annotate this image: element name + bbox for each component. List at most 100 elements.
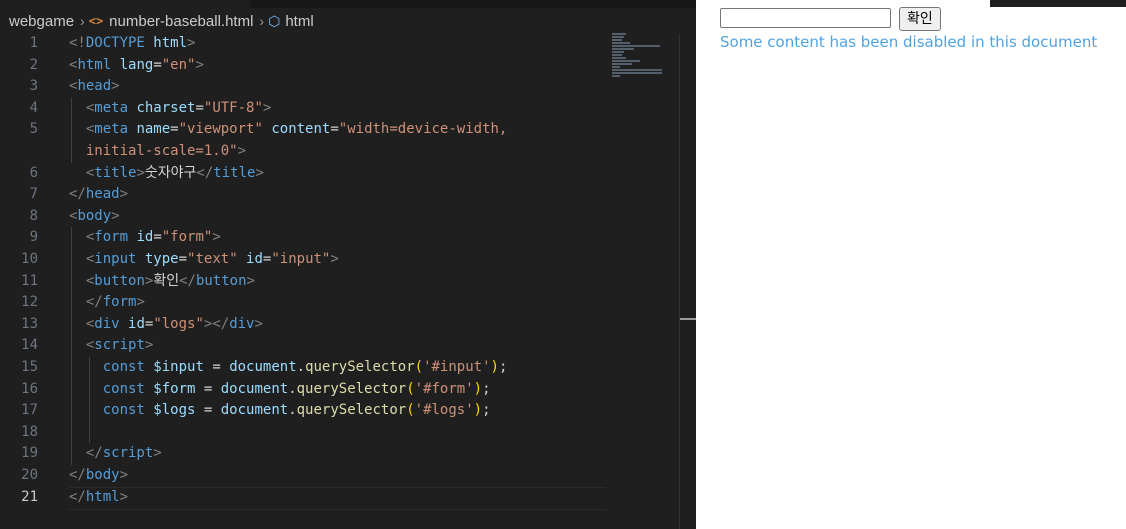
code-line[interactable]: 9 <form id="form"> bbox=[0, 227, 610, 249]
code-token: form bbox=[102, 294, 137, 311]
code-text: const $logs = document.querySelector('#l… bbox=[69, 400, 491, 422]
tab-bar-edge bbox=[250, 0, 696, 8]
line-number: 1 bbox=[29, 35, 38, 51]
code-line[interactable]: 14 <script> bbox=[0, 335, 610, 357]
code-token: </ bbox=[69, 467, 86, 483]
code-line[interactable]: 5 <meta name="viewport" content="width=d… bbox=[0, 119, 610, 141]
code-token: id bbox=[128, 229, 154, 246]
code-token: > bbox=[255, 164, 264, 181]
minimap[interactable] bbox=[612, 33, 672, 83]
code-token: initial-scale=1.0" bbox=[69, 143, 238, 159]
code-text: </head> bbox=[69, 184, 128, 206]
code-line[interactable]: 10 <input type="text" id="input"> bbox=[0, 249, 610, 271]
line-number: 9 bbox=[29, 229, 38, 246]
code-text: <!DOCTYPE html> bbox=[69, 33, 195, 55]
code-token: id bbox=[237, 251, 263, 267]
code-token: ) bbox=[473, 380, 483, 397]
code-token: "width=device-width, bbox=[338, 121, 508, 138]
code-token: > bbox=[254, 315, 263, 332]
preview-top-edge bbox=[990, 0, 1126, 7]
code-text: <meta name="viewport" content="width=dev… bbox=[69, 119, 508, 141]
code-text: </body> bbox=[69, 465, 128, 487]
code-editor[interactable]: webgame › <> number-baseball.html › ⬡ ht… bbox=[0, 0, 696, 529]
code-token: $logs bbox=[144, 402, 196, 419]
line-number: 16 bbox=[21, 380, 38, 397]
disabled-content-notice[interactable]: Some content has been disabled in this d… bbox=[720, 33, 1097, 51]
breadcrumb-folder[interactable]: webgame bbox=[0, 13, 74, 30]
code-line[interactable]: 3 <head> bbox=[0, 76, 610, 98]
code-line[interactable]: 1 <!DOCTYPE html> bbox=[0, 33, 610, 55]
line-number: 21 bbox=[21, 488, 38, 505]
code-token: html bbox=[144, 35, 188, 51]
code-line[interactable]: 4 <meta charset="UTF-8"> bbox=[0, 98, 610, 120]
code-line[interactable]: 18 bbox=[0, 422, 610, 444]
code-line[interactable]: 6 <title>숫자야구</title> bbox=[0, 163, 610, 185]
code-token: ) bbox=[473, 402, 483, 419]
code-line[interactable]: 8 <body> bbox=[0, 206, 610, 228]
line-number: 5 bbox=[29, 121, 38, 138]
code-text: <script> bbox=[69, 335, 153, 357]
code-text: <html lang="en"> bbox=[69, 55, 204, 77]
code-token: title bbox=[94, 164, 137, 181]
code-token: . bbox=[288, 380, 297, 397]
code-text: <title>숫자야구</title> bbox=[69, 163, 264, 185]
code-line[interactable]: 16 const $form = document.querySelector(… bbox=[0, 379, 610, 401]
code-line[interactable]: 2 <html lang="en"> bbox=[0, 55, 610, 77]
code-token: name bbox=[128, 121, 171, 138]
line-number: 18 bbox=[21, 423, 38, 440]
code-text: initial-scale=1.0"> bbox=[69, 141, 246, 163]
code-token: input bbox=[94, 251, 137, 267]
code-token: div bbox=[94, 315, 120, 332]
code-line[interactable]: 7 </head> bbox=[0, 184, 610, 206]
code-line[interactable]: 15 const $input = document.querySelector… bbox=[0, 357, 610, 379]
code-token: > bbox=[111, 78, 120, 95]
code-token: = bbox=[195, 99, 204, 116]
vertical-scrollbar[interactable] bbox=[679, 34, 696, 529]
code-token: script bbox=[102, 445, 154, 462]
breadcrumb-element[interactable]: html bbox=[285, 13, 313, 30]
code-line[interactable]: 13 <div id="logs"></div> bbox=[0, 314, 610, 336]
code-token: head bbox=[77, 78, 112, 95]
code-token: = bbox=[195, 402, 221, 419]
code-text: <input type="text" id="input"> bbox=[69, 249, 339, 271]
code-token: button bbox=[94, 272, 145, 289]
code-line[interactable]: 20 </body> bbox=[0, 465, 610, 487]
code-text: <meta charset="UTF-8"> bbox=[69, 98, 271, 120]
code-line[interactable]: initial-scale=1.0"> bbox=[0, 141, 610, 163]
code-token: </ bbox=[179, 272, 196, 289]
code-token: ( bbox=[406, 380, 415, 397]
code-line[interactable]: 21 </html> bbox=[0, 487, 610, 509]
code-line[interactable]: 12 </form> bbox=[0, 292, 610, 314]
preview-text-input[interactable] bbox=[720, 8, 891, 28]
line-number: 12 bbox=[21, 294, 38, 311]
chevron-right-icon: › bbox=[259, 13, 265, 29]
code-token: document bbox=[220, 380, 289, 397]
code-token: </ bbox=[69, 488, 86, 505]
code-line[interactable]: 11 <button>확인</button> bbox=[0, 271, 610, 293]
line-number: 3 bbox=[29, 78, 38, 95]
line-number: 8 bbox=[29, 207, 38, 224]
code-line[interactable]: 19 </script> bbox=[0, 443, 610, 465]
code-text: </script> bbox=[69, 443, 162, 465]
code-token: html bbox=[85, 488, 120, 505]
code-token: charset bbox=[128, 99, 196, 116]
code-token: title bbox=[213, 164, 256, 181]
code-text: <button>확인</button> bbox=[69, 271, 255, 293]
code-line[interactable]: 17 const $logs = document.querySelector(… bbox=[0, 400, 610, 422]
code-text: <form id="form"> bbox=[69, 227, 221, 249]
code-token: > bbox=[187, 35, 196, 51]
code-token: </ bbox=[69, 186, 86, 203]
element-cube-icon: ⬡ bbox=[268, 12, 281, 29]
code-token: > bbox=[153, 445, 162, 462]
code-token: > bbox=[330, 251, 339, 267]
breadcrumb-file[interactable]: number-baseball.html bbox=[109, 13, 253, 30]
code-token: > bbox=[246, 272, 255, 289]
confirm-button[interactable]: 확인 bbox=[899, 7, 941, 31]
code-token: const bbox=[102, 402, 145, 419]
code-token: document bbox=[220, 402, 289, 419]
